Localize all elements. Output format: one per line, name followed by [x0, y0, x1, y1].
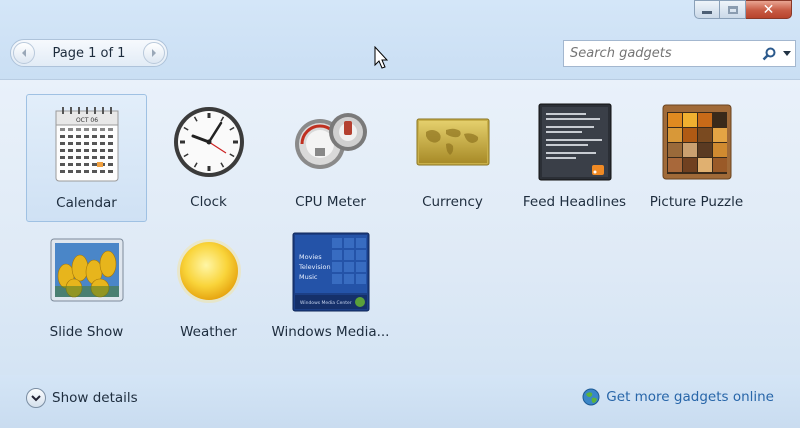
weather-icon [176, 239, 241, 303]
search-button[interactable] [759, 43, 779, 65]
close-button[interactable]: ✕ [746, 0, 792, 19]
gadget-gallery-window: ✕ Page 1 of 1 Search gadgets OCT 06 Cale… [0, 0, 800, 428]
svg-text:Movies: Movies [299, 253, 322, 261]
globe-icon [582, 388, 600, 406]
chevron-left-icon [22, 49, 26, 57]
previous-page-button[interactable] [13, 42, 35, 64]
gadget-label: Slide Show [49, 324, 124, 340]
gadget-tile-currency[interactable]: Currency [392, 94, 513, 222]
gadget-tile-picture-puzzle[interactable]: Picture Puzzle [636, 94, 757, 222]
search-options-dropdown[interactable] [779, 43, 795, 65]
gadget-label: CPU Meter [295, 194, 366, 210]
chevron-down-icon [783, 50, 791, 56]
show-details-label: Show details [52, 390, 138, 406]
chevron-right-icon [152, 49, 156, 57]
search-icon [762, 47, 776, 60]
minimize-button[interactable] [694, 0, 720, 19]
page-indicator: Page 1 of 1 [52, 45, 126, 61]
next-page-button[interactable] [143, 42, 165, 64]
picture-puzzle-icon [662, 104, 731, 180]
gadget-tile-weather[interactable]: Weather [148, 224, 269, 352]
feed-headlines-icon [538, 103, 611, 181]
cpu-meter-icon [294, 113, 367, 169]
gadget-label: Windows Media... [271, 324, 390, 340]
maximize-icon [727, 5, 738, 14]
gadget-tile-feed-headlines[interactable]: Feed Headlines [514, 94, 635, 222]
expand-button[interactable] [26, 388, 46, 408]
maximize-button[interactable] [720, 0, 746, 19]
svg-text:Music: Music [299, 273, 318, 281]
show-details-toggle[interactable]: Show details [26, 388, 138, 408]
clock-icon [173, 107, 244, 177]
calendar-month-label: OCT 06 [75, 117, 97, 124]
gadget-label: Calendar [56, 195, 117, 211]
gadget-label: Weather [180, 324, 237, 340]
svg-text:Television: Television [298, 263, 331, 271]
minimize-icon [702, 11, 712, 14]
mouse-pointer-icon [374, 46, 388, 69]
window-controls: ✕ [694, 0, 792, 20]
get-more-gadgets-link[interactable]: Get more gadgets online [582, 388, 774, 406]
gadget-label: Feed Headlines [522, 194, 627, 210]
gadget-tile-slide-show[interactable]: Slide Show [26, 224, 147, 352]
page-navigator: Page 1 of 1 [10, 39, 168, 67]
gadget-gallery: OCT 06 Calendar Clock CPU Meter Currency… [0, 79, 800, 376]
gadget-tile-clock[interactable]: Clock [148, 94, 269, 222]
slide-show-icon [50, 238, 123, 302]
svg-text:Windows Media Center: Windows Media Center [300, 300, 352, 306]
get-more-gadgets-label: Get more gadgets online [606, 389, 774, 405]
close-icon: ✕ [762, 1, 775, 18]
gadget-tile-cpu-meter[interactable]: CPU Meter [270, 94, 391, 222]
gadget-tile-calendar[interactable]: OCT 06 Calendar [26, 94, 147, 222]
windows-media-icon: Movies Television Music Windows Media Ce… [292, 232, 369, 312]
currency-icon [416, 118, 489, 166]
calendar-icon: OCT 06 [55, 107, 118, 182]
gadget-label: Currency [422, 194, 483, 210]
search-box [563, 40, 796, 67]
search-input[interactable] [564, 41, 759, 66]
gadget-label: Picture Puzzle [649, 194, 744, 210]
footer-bar: Show details Get more gadgets online [0, 375, 800, 428]
gadget-tile-windows-media-center[interactable]: Movies Television Music Windows Media Ce… [270, 224, 391, 352]
gadget-label: Clock [190, 194, 227, 210]
chevron-down-icon [31, 394, 41, 401]
